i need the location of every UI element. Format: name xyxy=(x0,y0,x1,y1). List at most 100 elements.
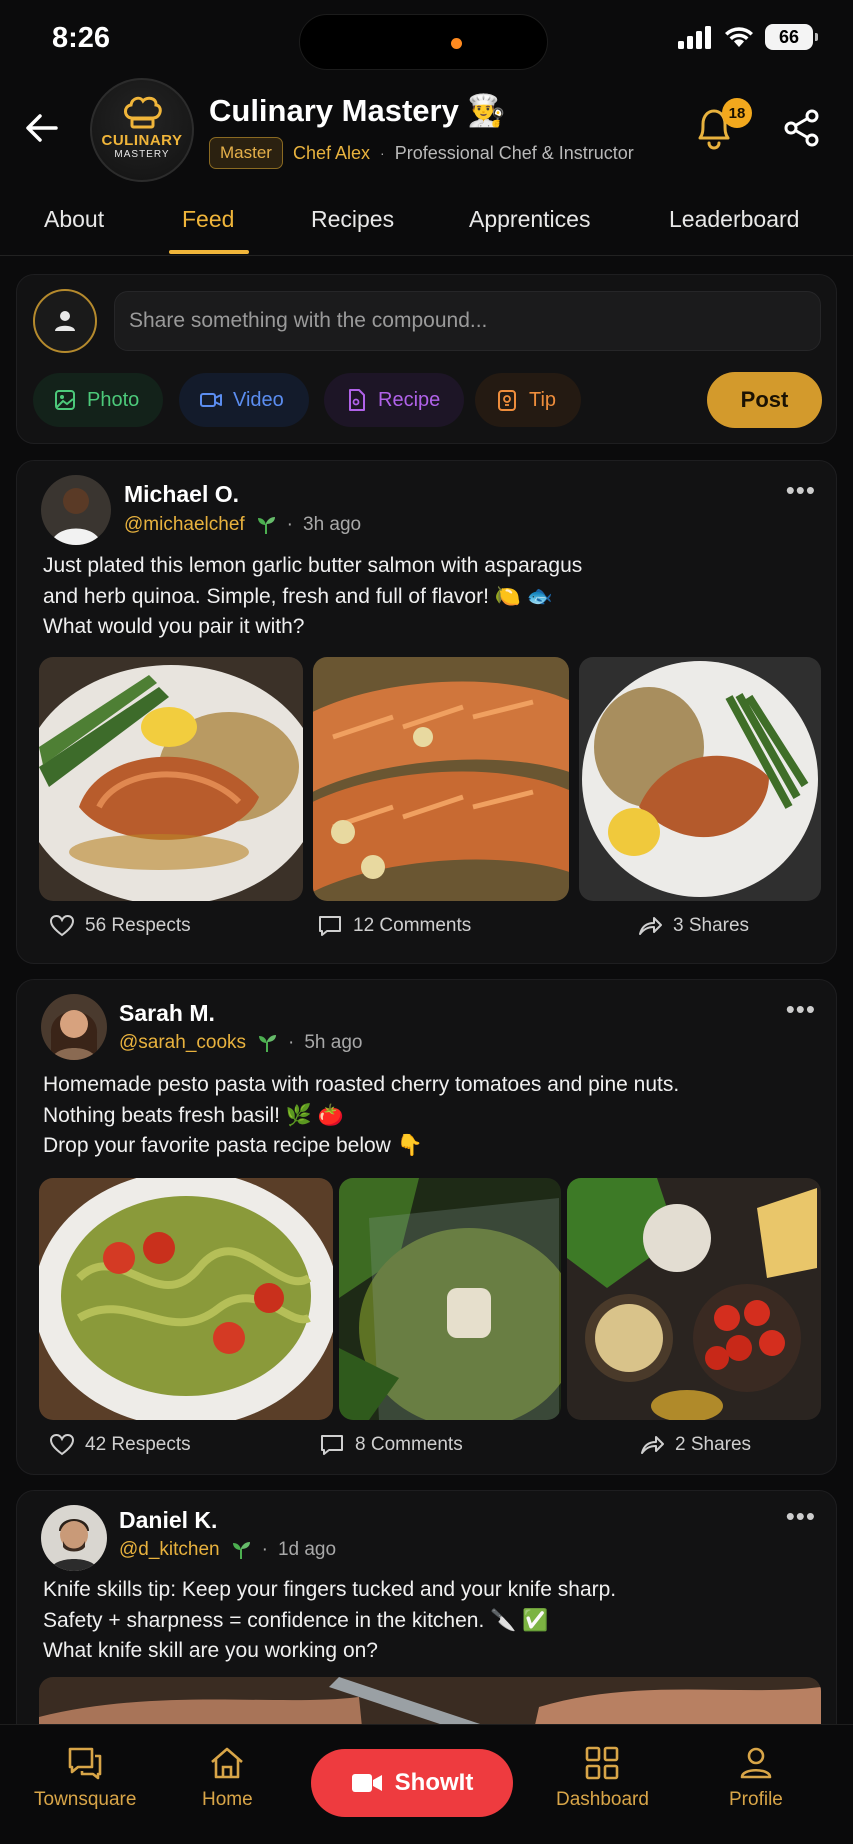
comment-button[interactable]: 8 Comments xyxy=(319,1432,463,1458)
share-icon[interactable] xyxy=(782,108,822,148)
feed-post: Sarah M. @sarah_cooks · 5h ago ••• Homem… xyxy=(16,979,837,1475)
sprout-icon xyxy=(232,1542,250,1559)
recipe-chip[interactable]: Recipe xyxy=(324,373,464,427)
post-text-line: What would you pair it with? xyxy=(43,615,305,638)
post-text-line: Safety + sharpness = confidence in the k… xyxy=(43,1608,549,1632)
video-camera-icon xyxy=(351,1774,382,1792)
status-time: 8:26 xyxy=(52,22,111,54)
status-bar: 8:26 66 xyxy=(0,0,853,76)
tab-apprentices[interactable]: Apprentices xyxy=(469,206,590,233)
post-text: Just plated this lemon garlic butter sal… xyxy=(43,551,813,643)
nav-townsquare-label: Townsquare xyxy=(34,1789,137,1810)
separator-dot: · xyxy=(380,145,385,161)
post-actions: 56 Respects 12 Comments 3 Shares xyxy=(17,909,836,949)
post-button[interactable]: Post xyxy=(707,372,822,428)
comment-count: 8 Comments xyxy=(355,1434,463,1455)
post-text: Homemade pesto pasta with roasted cherry… xyxy=(43,1070,813,1162)
post-image[interactable] xyxy=(567,1178,821,1420)
nav-townsquare[interactable]: Townsquare xyxy=(34,1743,136,1811)
nav-dashboard[interactable]: Dashboard xyxy=(556,1743,649,1811)
townsquare-chat-icon xyxy=(68,1747,102,1780)
more-options-icon[interactable]: ••• xyxy=(786,994,816,1025)
comment-button[interactable]: 12 Comments xyxy=(317,913,471,939)
photo-chip[interactable]: Photo xyxy=(33,373,163,427)
share-count: 3 Shares xyxy=(673,915,750,936)
author-avatar[interactable] xyxy=(41,1505,107,1571)
post-meta: @michaelchef · 3h ago xyxy=(124,514,361,536)
author-avatar[interactable] xyxy=(41,475,111,545)
more-options-icon[interactable]: ••• xyxy=(786,1501,816,1532)
feed-post: Daniel K. @d_kitchen · 1d ago ••• Knife … xyxy=(16,1490,837,1750)
video-chip[interactable]: Video xyxy=(179,373,309,427)
share-button[interactable]: 3 Shares xyxy=(637,913,749,939)
dynamic-island xyxy=(299,14,548,70)
status-icons: 66 xyxy=(677,24,818,50)
post-image[interactable] xyxy=(579,657,821,901)
nav-home[interactable]: Home xyxy=(202,1743,253,1811)
post-text-line: and herb quinoa. Simple, fresh and full … xyxy=(43,584,553,608)
post-actions: 42 Respects 8 Comments 2 Shares xyxy=(17,1428,836,1468)
author-handle[interactable]: @sarah_cooks xyxy=(119,1032,246,1054)
more-options-icon[interactable]: ••• xyxy=(786,475,816,506)
post-image[interactable] xyxy=(339,1178,561,1420)
post-time-separator: · xyxy=(288,1032,295,1053)
author-handle[interactable]: @d_kitchen xyxy=(119,1539,220,1561)
master-badge: Master xyxy=(209,137,283,169)
section-tabs: About Feed Recipes Apprentices Leaderboa… xyxy=(0,200,853,256)
author-name[interactable]: Sarah M. xyxy=(119,1000,215,1027)
post-time: 5h ago xyxy=(304,1032,363,1053)
chef-name-link[interactable]: Chef Alex xyxy=(293,143,370,164)
author-name[interactable]: Michael O. xyxy=(124,481,239,508)
tab-about[interactable]: About xyxy=(44,206,104,233)
post-text-line: What knife skill are you working on? xyxy=(43,1639,378,1662)
video-chip-label: Video xyxy=(233,388,284,411)
man-portrait-image xyxy=(41,1505,107,1571)
share-count: 2 Shares xyxy=(675,1434,752,1455)
dashboard-grid-icon xyxy=(586,1746,619,1780)
sprout-icon xyxy=(259,1035,277,1052)
image-icon xyxy=(55,390,75,410)
recipe-chip-label: Recipe xyxy=(378,388,441,411)
notification-count-badge: 18 xyxy=(722,98,752,128)
battery-indicator: 66 xyxy=(765,24,818,50)
tab-feed[interactable]: Feed xyxy=(182,206,234,233)
post-time-separator: · xyxy=(286,514,293,535)
logo-text-mastery: MASTERY xyxy=(114,149,170,160)
community-title: Culinary Mastery 👨‍🍳 xyxy=(209,93,507,128)
comment-count: 12 Comments xyxy=(353,915,472,936)
author-avatar[interactable] xyxy=(41,994,107,1060)
post-image[interactable] xyxy=(39,1178,333,1420)
showit-button[interactable]: ShowIt xyxy=(311,1749,513,1817)
showit-label: ShowIt xyxy=(394,1769,474,1796)
chef-role: Professional Chef & Instructor xyxy=(394,142,634,163)
author-name[interactable]: Daniel K. xyxy=(119,1507,217,1534)
pesto-blender-image xyxy=(339,1178,561,1420)
share-button[interactable]: 2 Shares xyxy=(639,1432,751,1458)
nav-profile[interactable]: Profile xyxy=(729,1743,783,1811)
active-tab-indicator xyxy=(169,250,249,254)
post-text-line: Drop your favorite pasta recipe below 👇 xyxy=(43,1134,423,1157)
tip-bulb-icon xyxy=(498,390,516,411)
share-arrow-icon xyxy=(641,1436,664,1454)
recording-dot xyxy=(451,38,462,49)
post-image[interactable] xyxy=(39,657,303,901)
tip-chip[interactable]: Tip xyxy=(475,373,581,427)
pesto-ingredients-image xyxy=(567,1178,821,1420)
user-avatar[interactable] xyxy=(33,289,97,353)
author-handle[interactable]: @michaelchef xyxy=(124,514,245,536)
nav-dashboard-label: Dashboard xyxy=(556,1789,649,1810)
post-text-line: Just plated this lemon garlic butter sal… xyxy=(43,554,583,577)
respect-button[interactable]: 42 Respects xyxy=(49,1432,191,1458)
compose-input[interactable]: Share something with the compound... xyxy=(114,291,821,351)
bottom-navigation: Townsquare Home ShowIt Dashboard Profile xyxy=(0,1724,853,1844)
tab-recipes[interactable]: Recipes xyxy=(311,206,394,233)
post-time-separator: · xyxy=(261,1539,268,1560)
post-composer: Share something with the compound... Pho… xyxy=(16,274,837,444)
feed-post: Michael O. @michaelchef · 3h ago ••• Jus… xyxy=(16,460,837,964)
post-image[interactable] xyxy=(313,657,569,901)
comment-icon xyxy=(321,1435,343,1455)
tip-chip-label: Tip xyxy=(529,388,557,411)
respect-button[interactable]: 56 Respects xyxy=(49,913,191,939)
tab-leaderboard[interactable]: Leaderboard xyxy=(669,206,799,233)
back-arrow-icon[interactable] xyxy=(20,106,64,150)
